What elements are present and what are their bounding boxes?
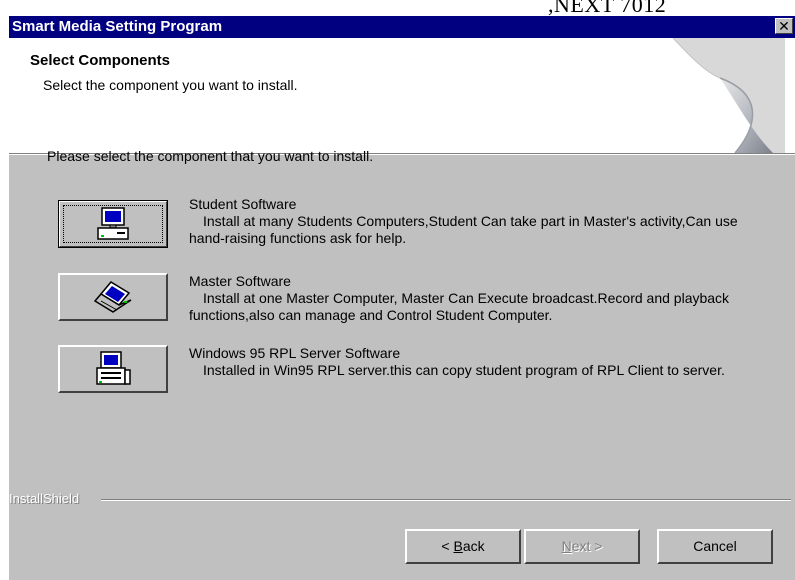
back-label: ack [462,538,485,554]
master-software-button[interactable] [58,273,168,321]
page-curl-graphic [672,38,785,153]
back-prefix: < [441,538,454,554]
next-label: ext > [571,538,603,554]
next-button[interactable]: Next > [524,529,640,564]
component-name: Student Software [189,196,297,212]
master-software-option: Master Software Install at one Master Co… [189,273,769,324]
laptop-icon [93,281,132,313]
close-icon: ✕ [778,18,790,34]
component-description: Install at many Students Computers,Stude… [189,213,738,246]
back-accelerator: B [453,538,463,554]
desktop-computer-icon [97,207,129,240]
brand-separator [101,499,791,501]
student-software-option: Student Software Install at many Student… [189,196,769,247]
title-bar[interactable]: Smart Media Setting Program ✕ [9,16,795,38]
window-title: Smart Media Setting Program [12,18,223,35]
component-name: Windows 95 RPL Server Software [189,345,401,361]
server-computer-icon [96,351,131,385]
instruction-text: Please select the component that you wan… [47,148,374,164]
rpl-server-software-button[interactable] [58,345,168,393]
close-button[interactable]: ✕ [775,18,793,34]
component-name: Master Software [189,273,291,289]
component-description: Installed in Win95 RPL server.this can c… [203,362,725,378]
header-subtitle: Select the component you want to install… [43,77,298,93]
installshield-brand: InstallShield [9,491,80,506]
student-software-button[interactable] [58,200,168,248]
header-panel: Select Components Select the component y… [9,38,795,154]
header-title: Select Components [30,52,171,69]
cancel-button[interactable]: Cancel [657,529,773,564]
next-accelerator: N [561,538,572,554]
back-button[interactable]: < Back [405,529,521,564]
setup-dialog: Smart Media Setting Program ✕ Select Com… [9,16,795,580]
component-description: Install at one Master Computer, Master C… [189,290,730,323]
rpl-server-software-option: Windows 95 RPL Server Software Installed… [189,345,769,379]
